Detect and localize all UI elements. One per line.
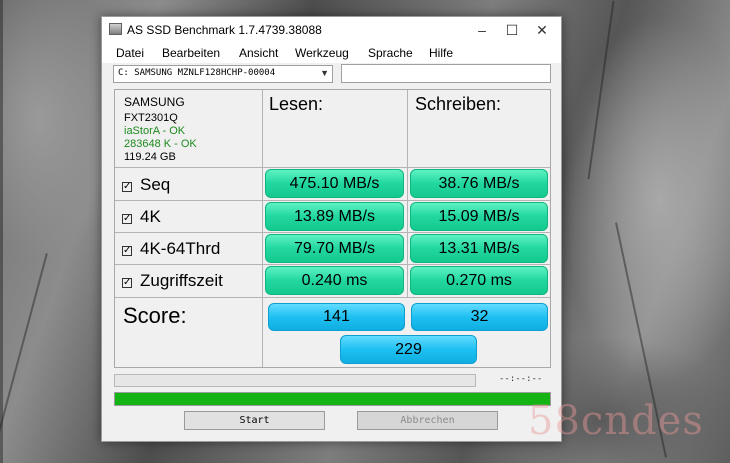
results-grid: SAMSUNG FXT2301Q iaStorA - OK 283648 K -… <box>114 89 551 368</box>
close-button[interactable]: ✕ <box>527 20 557 40</box>
window-title: AS SSD Benchmark 1.7.4739.38088 <box>127 23 322 37</box>
row-label-4k[interactable]: ✓ 4K <box>122 207 161 227</box>
elapsed-timer: --:--:-- <box>499 374 543 384</box>
start-button[interactable]: Start <box>184 411 325 430</box>
abort-button[interactable]: Abbrechen <box>357 411 498 430</box>
read-column-header: Lesen: <box>269 94 324 114</box>
drive-size: 119.24 GB <box>124 151 176 163</box>
minimize-button[interactable]: – <box>467 20 497 40</box>
menu-bar: Datei Bearbeiten Ansicht Werkzeug Sprach… <box>102 43 561 63</box>
score-write: 32 <box>411 303 548 331</box>
app-window: AS SSD Benchmark 1.7.4739.38088 – ☐ ✕ Da… <box>101 16 562 442</box>
app-icon <box>109 23 122 35</box>
row-label-4k-64thrd[interactable]: ✓ 4K-64Thrd <box>122 239 220 259</box>
overall-progress-bar <box>114 392 551 406</box>
access-write-result: 0.270 ms <box>410 266 548 295</box>
score-read: 141 <box>268 303 405 331</box>
menu-ansicht[interactable]: Ansicht <box>239 46 278 60</box>
checkbox-checked-icon[interactable]: ✓ <box>122 214 132 224</box>
title-bar: AS SSD Benchmark 1.7.4739.38088 – ☐ ✕ <box>102 17 561 43</box>
seq-write-result: 38.76 MB/s <box>410 169 548 198</box>
chevron-down-icon: ▼ <box>320 68 329 78</box>
watermark: 58cndes <box>528 398 704 444</box>
score-label: Score: <box>123 303 187 328</box>
text-field[interactable] <box>341 64 551 83</box>
4k64-write-result: 13.31 MB/s <box>410 234 548 263</box>
4k-write-result: 15.09 MB/s <box>410 202 548 231</box>
checkbox-checked-icon[interactable]: ✓ <box>122 182 132 192</box>
write-column-header: Schreiben: <box>415 94 502 114</box>
drive-select[interactable]: C: SAMSUNG MZNLF128HCHP-00004 ▼ <box>113 65 333 83</box>
drive-firmware: FXT2301Q <box>124 112 178 124</box>
checkbox-checked-icon[interactable]: ✓ <box>122 246 132 256</box>
row-label-seq[interactable]: ✓ Seq <box>122 175 170 195</box>
seq-read-result: 475.10 MB/s <box>265 169 404 198</box>
4k64-read-result: 79.70 MB/s <box>265 234 404 263</box>
test-progress-bar <box>114 374 476 387</box>
menu-werkzeug[interactable]: Werkzeug <box>295 46 349 60</box>
drive-select-value: C: SAMSUNG MZNLF128HCHP-00004 <box>118 68 276 78</box>
driver-status: iaStorA - OK <box>124 125 186 137</box>
menu-hilfe[interactable]: Hilfe <box>429 46 453 60</box>
row-label-access-time[interactable]: ✓ Zugriffszeit <box>122 271 223 291</box>
menu-sprache[interactable]: Sprache <box>368 46 413 60</box>
checkbox-checked-icon[interactable]: ✓ <box>122 278 132 288</box>
score-total: 229 <box>340 335 477 364</box>
access-read-result: 0.240 ms <box>265 266 404 295</box>
menu-datei[interactable]: Datei <box>116 46 144 60</box>
4k-read-result: 13.89 MB/s <box>265 202 404 231</box>
alignment-status: 283648 K - OK <box>124 138 197 150</box>
drive-info: SAMSUNG FXT2301Q iaStorA - OK 283648 K -… <box>124 96 197 164</box>
drive-brand: SAMSUNG <box>124 95 185 109</box>
maximize-button[interactable]: ☐ <box>497 20 527 40</box>
overall-progress-fill <box>115 393 550 405</box>
menu-bearbeiten[interactable]: Bearbeiten <box>162 46 220 60</box>
